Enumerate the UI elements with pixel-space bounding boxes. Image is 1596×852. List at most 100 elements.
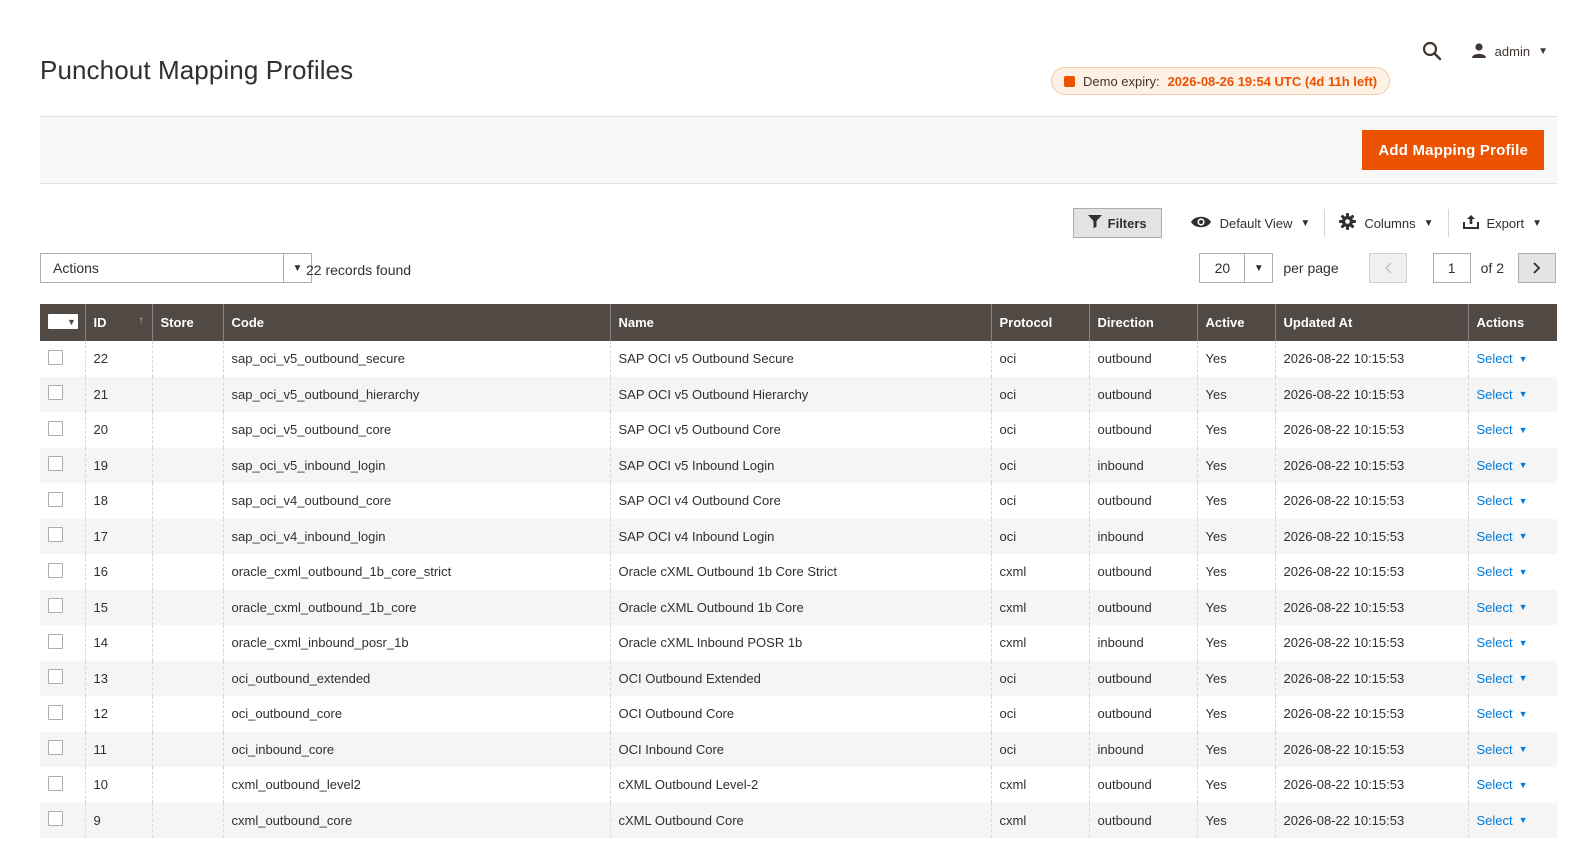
table-row[interactable]: 10 cxml_outbound_level2 cXML Outbound Leve… — [40, 767, 1557, 803]
default-view-dropdown[interactable]: Default View ▼ — [1176, 208, 1325, 238]
mass-select-header[interactable]: ▼ — [40, 304, 85, 341]
column-header-updated-at[interactable]: Updated At — [1274, 304, 1468, 341]
row-checkbox[interactable] — [48, 704, 63, 720]
next-page-button[interactable] — [1518, 253, 1556, 283]
page-number-input[interactable]: 1 — [1432, 253, 1471, 283]
row-checkbox[interactable] — [48, 633, 63, 649]
row-checkbox[interactable] — [48, 456, 63, 472]
row-select-action[interactable]: Select ▼ — [1477, 493, 1528, 508]
row-checkbox[interactable] — [48, 562, 63, 578]
table-row[interactable]: 21 sap_oci_v5_outbound_hierarchy SAP OCI v… — [40, 376, 1557, 412]
columns-label: Columns — [1364, 215, 1416, 231]
row-select-action[interactable]: Select ▼ — [1477, 706, 1528, 721]
user-menu[interactable]: admin ▼ — [1471, 42, 1548, 61]
cell-actions: Select ▼ — [1467, 483, 1557, 519]
cell-store — [151, 731, 223, 767]
row-select-cell — [40, 696, 85, 732]
column-header-name[interactable]: Name — [609, 304, 991, 341]
column-header-protocol[interactable]: Protocol — [990, 304, 1089, 341]
column-header-active[interactable]: Active — [1196, 304, 1275, 341]
row-checkbox[interactable] — [48, 420, 63, 436]
table-row[interactable]: 11 oci_inbound_core OCI Inbound Core oci inb… — [40, 731, 1557, 767]
row-select-action[interactable]: Select ▼ — [1477, 635, 1528, 650]
column-header-store[interactable]: Store — [151, 304, 223, 341]
demo-expiry-value: 2026-08-26 19:54 UTC (4d 11h left) — [1167, 73, 1378, 89]
cell-active: Yes — [1196, 518, 1275, 554]
table-row[interactable]: 20 sap_oci_v5_outbound_core SAP OCI v5 Out… — [40, 412, 1557, 448]
cell-name: OCI Inbound Core — [609, 731, 991, 767]
cell-id: 18 — [84, 483, 152, 519]
row-select-action[interactable]: Select ▼ — [1477, 564, 1528, 579]
cell-actions: Select ▼ — [1467, 589, 1557, 625]
row-checkbox[interactable] — [48, 740, 63, 756]
cell-direction: outbound — [1088, 376, 1197, 412]
row-select-action[interactable]: Select ▼ — [1477, 742, 1528, 757]
grid-header-row: ▼ ID ↑ Store Code Name Protocol Direction… — [40, 304, 1557, 341]
row-select-action[interactable]: Select ▼ — [1477, 600, 1528, 615]
row-select-action[interactable]: Select ▼ — [1477, 387, 1528, 402]
row-checkbox[interactable] — [48, 775, 63, 791]
row-checkbox[interactable] — [48, 669, 63, 685]
row-checkbox[interactable] — [48, 598, 63, 614]
cell-id: 9 — [84, 802, 152, 838]
table-row[interactable]: 15 oracle_cxml_outbound_1b_core Oracle cXM… — [40, 589, 1557, 625]
cell-updated: 2026-08-22 10:15:53 — [1274, 767, 1468, 803]
table-row[interactable]: 19 sap_oci_v5_inbound_login SAP OCI v5 Inb… — [40, 447, 1557, 483]
row-select-cell — [40, 483, 85, 519]
row-select-action[interactable]: Select ▼ — [1477, 777, 1528, 792]
row-select-action[interactable]: Select ▼ — [1477, 422, 1528, 437]
cell-actions: Select ▼ — [1467, 696, 1557, 732]
cell-actions: Select ▼ — [1467, 660, 1557, 696]
row-select-action[interactable]: Select ▼ — [1477, 529, 1528, 544]
column-header-id[interactable]: ID ↑ — [84, 304, 152, 341]
table-row[interactable]: 13 oci_outbound_extended OCI Outbound Exte… — [40, 660, 1557, 696]
row-checkbox[interactable] — [48, 349, 63, 365]
table-row[interactable]: 9 cxml_outbound_core cXML Outbound Core cxm… — [40, 802, 1557, 838]
column-header-direction[interactable]: Direction — [1088, 304, 1197, 341]
row-select-action[interactable]: Select ▼ — [1477, 671, 1528, 686]
table-row[interactable]: 18 sap_oci_v4_outbound_core SAP OCI v4 Out… — [40, 483, 1557, 519]
table-row[interactable]: 22 sap_oci_v5_outbound_secure SAP OCI v5 O… — [40, 341, 1557, 377]
row-checkbox[interactable] — [48, 527, 63, 543]
previous-page-button[interactable] — [1368, 253, 1407, 283]
cell-store — [151, 518, 223, 554]
cell-active: Yes — [1196, 483, 1275, 519]
filters-button[interactable]: Filters — [1072, 208, 1162, 238]
cell-updated: 2026-08-22 10:15:53 — [1274, 483, 1468, 519]
row-select-action[interactable]: Select ▼ — [1477, 458, 1528, 473]
row-select-action[interactable]: Select ▼ — [1477, 351, 1528, 366]
cell-protocol: cxml — [990, 589, 1089, 625]
cell-name: Oracle cXML Outbound 1b Core — [609, 589, 991, 625]
cell-code: oracle_cxml_outbound_1b_core_strict — [222, 554, 610, 590]
mass-select-checkbox[interactable]: ▼ — [48, 314, 78, 329]
row-checkbox[interactable] — [48, 491, 63, 507]
row-select-action[interactable]: Select ▼ — [1477, 813, 1528, 828]
add-mapping-profile-button[interactable]: Add Mapping Profile — [1362, 130, 1544, 170]
cell-active: Yes — [1196, 589, 1275, 625]
cell-direction: inbound — [1088, 518, 1197, 554]
column-header-code[interactable]: Code — [222, 304, 610, 341]
page-title: Punchout Mapping Profiles — [40, 55, 354, 86]
cell-code: cxml_outbound_core — [222, 802, 610, 838]
cell-active: Yes — [1196, 412, 1275, 448]
mass-actions-select[interactable]: Actions ▼ — [40, 253, 312, 283]
cell-updated: 2026-08-22 10:15:53 — [1274, 518, 1468, 554]
table-row[interactable]: 17 sap_oci_v4_inbound_login SAP OCI v4 Inb… — [40, 518, 1557, 554]
columns-dropdown[interactable]: Columns ▼ — [1325, 208, 1447, 238]
cell-protocol: cxml — [990, 802, 1089, 838]
per-page-select[interactable]: 20 ▼ — [1199, 253, 1274, 283]
user-name: admin — [1494, 43, 1531, 59]
table-row[interactable]: 16 oracle_cxml_outbound_1b_core_strict Ora… — [40, 554, 1557, 590]
cell-active: Yes — [1196, 696, 1275, 732]
row-checkbox[interactable] — [48, 811, 63, 827]
search-icon[interactable] — [1421, 40, 1443, 62]
table-row[interactable]: 12 oci_outbound_core OCI Outbound Core oci o… — [40, 696, 1557, 732]
cell-name: Oracle cXML Outbound 1b Core Strict — [609, 554, 991, 590]
export-dropdown[interactable]: Export ▼ — [1449, 208, 1556, 238]
cell-actions: Select ▼ — [1467, 731, 1557, 767]
chevron-down-icon: ▼ — [1300, 217, 1311, 229]
table-row[interactable]: 14 oracle_cxml_inbound_posr_1b Oracle cXML… — [40, 625, 1557, 661]
row-select-label: Select — [1476, 564, 1513, 580]
row-checkbox[interactable] — [48, 385, 63, 401]
cell-direction: inbound — [1088, 731, 1197, 767]
